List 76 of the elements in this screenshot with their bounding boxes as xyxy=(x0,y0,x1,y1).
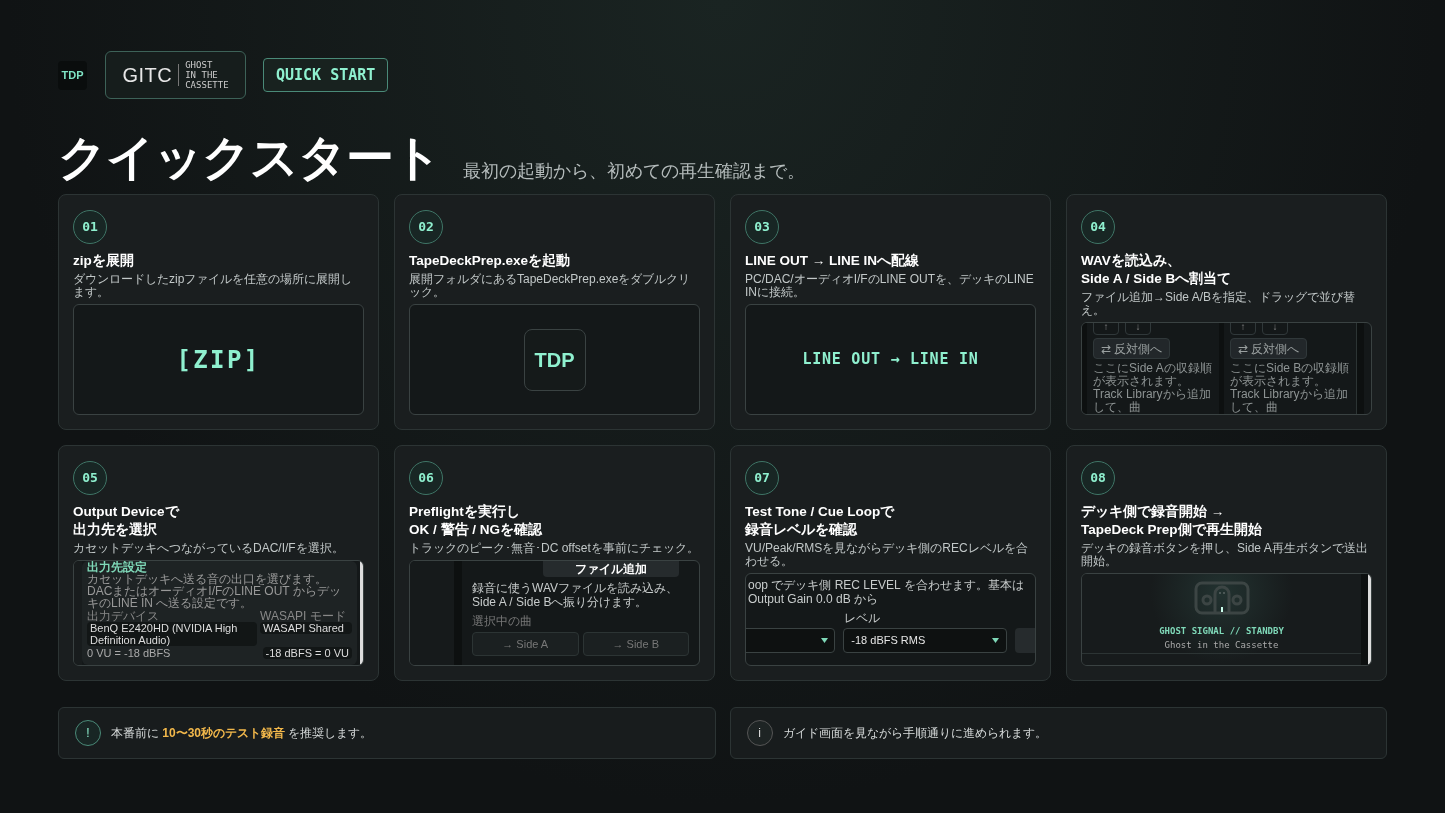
mode-select[interactable]: WASAPI Shared xyxy=(260,622,352,634)
add-file-button[interactable]: ファイル追加 xyxy=(543,561,679,577)
preview-label: LINE OUT → LINE IN xyxy=(802,349,979,371)
logo-mark: GITC xyxy=(122,63,173,88)
step-title: OK / 警告 / NGを確認 xyxy=(409,521,543,539)
step-title: TapeDeck Prep側で再生開始 xyxy=(1081,521,1263,539)
step-description: PC/DAC/オーディオI/FのLINE OUTを、デッキのLINE INに接続。 xyxy=(745,273,1035,299)
swap-side-button[interactable]: ⇄ 反対側へ xyxy=(1230,338,1308,359)
step-title: Test Tone / Cue Loopで xyxy=(745,503,896,521)
step-number: 08 xyxy=(1081,461,1115,495)
tagline-text: CASSETTE xyxy=(185,80,229,90)
step-number: 04 xyxy=(1081,210,1115,244)
step-title: Side A / Side Bへ割当て xyxy=(1081,270,1233,288)
panel-description: 録音に使うWAVファイルを読み込み、Side A / Side Bへ振り分けます。 xyxy=(472,581,679,609)
list-placeholder: ここにSide Aの収録順が表示されます。Track Libraryから追加して、曲 xyxy=(1093,362,1213,414)
arrow-button[interactable]: ↑ xyxy=(1093,323,1119,335)
warning-icon: ! xyxy=(75,720,101,746)
step-title: 出力先を選択 xyxy=(73,521,158,539)
step-description: ダウンロードしたzipファイルを任意の場所に展開します。 xyxy=(73,273,354,299)
step-title: TapeDeckPrep.exeを起動 xyxy=(409,252,572,270)
step-number: 05 xyxy=(73,461,107,495)
section-heading: 出力先設定 xyxy=(87,561,148,573)
swap-side-button[interactable]: ⇄ 反対側へ xyxy=(1093,338,1171,359)
side-button[interactable]: → Side B xyxy=(582,632,689,656)
page-subtitle: 最初の起動から、初めての再生確認まで。 xyxy=(463,160,806,183)
step-title: WAVを読込み、 xyxy=(1081,252,1182,270)
arrow-button[interactable]: ↓ xyxy=(1262,323,1288,335)
status-text: GHOST SIGNAL // STANDBY xyxy=(1159,625,1284,638)
step-number: 02 xyxy=(409,210,443,244)
caption-text: Ghost in the Cassette xyxy=(1164,638,1279,652)
panel-description: oop でデッキ側 REC LEVEL を合わせます。基本は Output Gain 0.0 dB から xyxy=(747,578,1025,606)
step-description: デッキの録音ボタンを押し、Side A再生ボタンで送出開始。 xyxy=(1081,542,1369,568)
caret-icon xyxy=(992,638,1000,643)
step-description: カセットデッキへつながっているDAC/I/Fを選択。 xyxy=(73,542,345,555)
logo[interactable]: GITC GHOST IN THE CASSETTE xyxy=(105,51,246,99)
step-number: 07 xyxy=(745,461,779,495)
step-number: 01 xyxy=(73,210,107,244)
preview-label: [ZIP] xyxy=(176,344,261,376)
step-description: ファイル追加→Side A/Bを指定、ドラッグで並び替え。 xyxy=(1081,291,1357,317)
field-label: 出力デバイス xyxy=(87,610,160,622)
arrow-button[interactable]: ↑ xyxy=(1230,323,1256,335)
step-title: 録音レベルを確認 xyxy=(745,521,858,539)
step-number: 03 xyxy=(745,210,779,244)
reference-text: 0 VU = -18 dBFS xyxy=(87,647,171,659)
caret-icon xyxy=(821,638,829,643)
section-note: カセットデッキへ送る音の出口を選びます。DACまたはオーディオI/FのLINE OUT からデッキのLINE IN へ送る設定です。 xyxy=(87,573,342,609)
info-icon: i xyxy=(746,720,773,746)
app-icon: TDP xyxy=(523,328,586,391)
tagline-text: GHOST xyxy=(185,60,214,70)
note-text: 本番前に 10〜30秒のテスト録音 を推奨します。 xyxy=(111,725,373,742)
arrow-button[interactable]: ↓ xyxy=(1125,323,1151,335)
field-label: 選択中の曲 xyxy=(472,613,533,630)
device-select[interactable]: BenQ E2420HD (NVIDIA High Definition Audio) xyxy=(87,622,257,646)
step-description: 展開フォルダにあるTapeDeckPrep.exeをダブルクリック。 xyxy=(409,273,692,299)
quick-start-button[interactable]: QUICK START xyxy=(263,58,389,92)
toolbar-button[interactable] xyxy=(1015,628,1035,653)
level-select[interactable]: -18 dBFS RMS xyxy=(843,628,1008,653)
reference-select[interactable]: -18 dBFS = 0 VU xyxy=(262,647,352,659)
step-number: 06 xyxy=(409,461,443,495)
tagline-text: IN THE xyxy=(185,70,219,80)
dropdown[interactable] xyxy=(746,628,836,653)
field-label: レベル xyxy=(844,610,881,627)
page-title: クイックスタート xyxy=(58,130,442,186)
step-title: Output Deviceで xyxy=(73,503,181,521)
track-list-field[interactable]: ↑ ↓ ⇄ 反対側へ ここにSide Aの収録順が表示されます。Track Libraryから追加して、曲 xyxy=(1082,323,1219,414)
step-description: トラックのピーク･無音･DC offsetを事前にチェック。 xyxy=(409,542,700,555)
note-text: ガイド画面を見ながら手順通りに進められます。 xyxy=(782,725,1047,742)
side-button[interactable]: → Side A xyxy=(472,632,579,656)
app-badge: TDP xyxy=(58,60,87,90)
step-title: Preflightを実行し xyxy=(409,503,521,521)
field-label: WASAPI モード xyxy=(260,610,347,622)
step-title: LINE OUT → LINE INへ配線 xyxy=(745,252,920,270)
list-placeholder: ここにSide Bの収録順が表示されます。Track Libraryから追加して、曲 xyxy=(1230,362,1350,414)
step-title: デッキ側で録音開始 → xyxy=(1081,503,1226,521)
step-title: zipを展開 xyxy=(73,252,135,270)
step-description: VU/Peak/RMSを見ながらデッキ側のRECレベルを合わせる。 xyxy=(745,542,1029,568)
